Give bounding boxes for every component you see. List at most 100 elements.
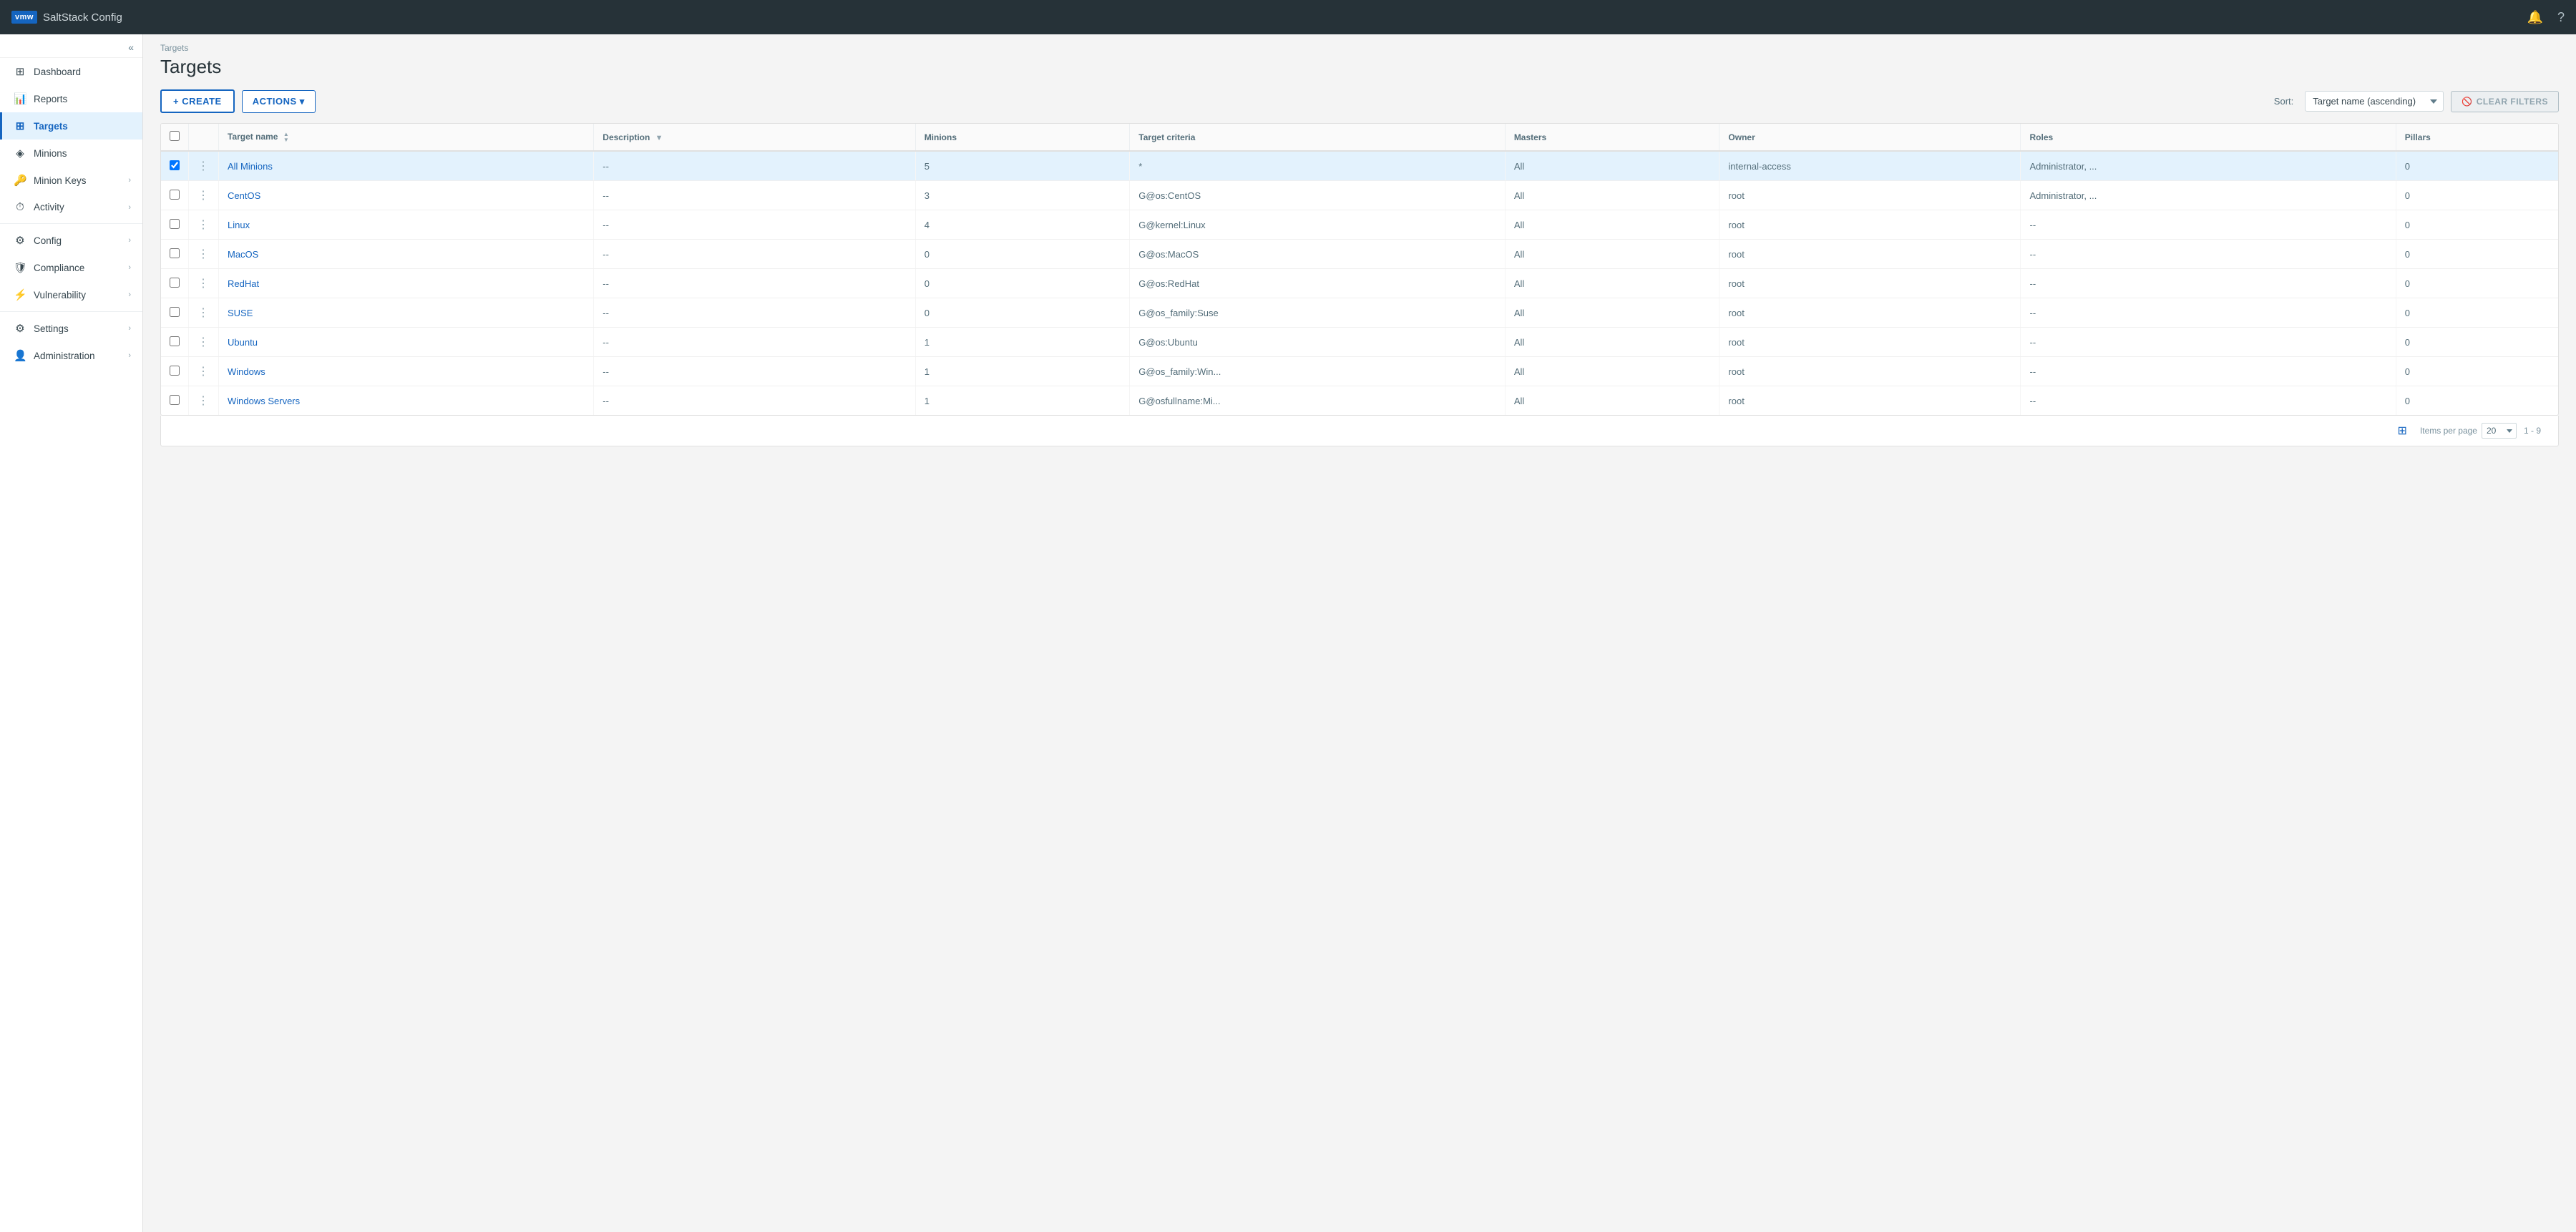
row-checkbox-1[interactable] (170, 190, 180, 200)
row-name-cell-2: Linux (219, 210, 594, 240)
row-menu-button-8[interactable]: ⋮ (197, 395, 210, 407)
sidebar-item-dashboard[interactable]: ⊞ Dashboard (0, 58, 142, 85)
row-checkbox-cell-7 (161, 357, 189, 386)
collapse-sidebar-button[interactable]: « (128, 41, 134, 53)
select-all-checkbox[interactable] (170, 131, 180, 141)
row-actions-cell-4: ⋮ (189, 269, 219, 298)
row-checkbox-3[interactable] (170, 248, 180, 258)
sidebar-item-minions[interactable]: ◈ Minions (0, 140, 142, 167)
row-checkbox-cell-8 (161, 386, 189, 416)
row-masters-cell-2: All (1505, 210, 1719, 240)
target-link-5[interactable]: SUSE (228, 308, 253, 318)
target-link-6[interactable]: Ubuntu (228, 337, 258, 348)
sidebar-item-activity[interactable]: ⏱ Activity › (0, 194, 142, 220)
row-checkbox-7[interactable] (170, 366, 180, 376)
config-chevron-icon: › (128, 236, 131, 245)
notification-icon[interactable]: 🔔 (2527, 10, 2543, 25)
row-actions-cell-6: ⋮ (189, 328, 219, 357)
create-button[interactable]: + CREATE (160, 89, 235, 113)
target-link-7[interactable]: Windows (228, 366, 265, 377)
target-link-1[interactable]: CentOS (228, 190, 260, 201)
sidebar-item-settings[interactable]: ⚙ Settings › (0, 315, 142, 342)
name-sort-icons[interactable]: ▲ ▼ (283, 132, 289, 143)
row-owner-cell-5: root (1719, 298, 2021, 328)
sidebar-item-minion-keys[interactable]: 🔑 Minion Keys › (0, 167, 142, 194)
row-owner-cell-7: root (1719, 357, 2021, 386)
row-criteria-cell-0: * (1130, 151, 1506, 181)
row-checkbox-0[interactable] (170, 160, 180, 170)
row-menu-button-2[interactable]: ⋮ (197, 219, 210, 231)
header-name-col: Target name ▲ ▼ (219, 124, 594, 151)
row-name-cell-8: Windows Servers (219, 386, 594, 416)
table-row: ⋮ Windows -- 1 G@os_family:Win... All ro… (161, 357, 2558, 386)
row-checkbox-6[interactable] (170, 336, 180, 346)
table-row: ⋮ CentOS -- 3 G@os:CentOS All root Admin… (161, 181, 2558, 210)
row-owner-cell-3: root (1719, 240, 2021, 269)
table-row: ⋮ RedHat -- 0 G@os:RedHat All root -- 0 (161, 269, 2558, 298)
sidebar-collapse-area: « (0, 34, 142, 58)
row-masters-cell-4: All (1505, 269, 1719, 298)
sort-down-icon: ▼ (283, 137, 289, 143)
sort-select[interactable]: Target name (ascending) Target name (des… (2305, 91, 2444, 112)
sidebar-item-vulnerability[interactable]: ⚡ Vulnerability › (0, 281, 142, 308)
target-link-8[interactable]: Windows Servers (228, 396, 300, 406)
minion-keys-icon: 🔑 (14, 174, 26, 187)
row-menu-button-5[interactable]: ⋮ (197, 307, 210, 319)
target-link-3[interactable]: MacOS (228, 249, 258, 260)
help-icon[interactable]: ? (2557, 10, 2565, 25)
target-link-4[interactable]: RedHat (228, 278, 259, 289)
target-link-0[interactable]: All Minions (228, 161, 273, 172)
sidebar-item-label-minion-keys: Minion Keys (34, 175, 87, 186)
row-menu-button-3[interactable]: ⋮ (197, 248, 210, 260)
topnav-left: vmw SaltStack Config (11, 11, 122, 24)
compliance-chevron-icon: › (128, 263, 131, 272)
row-actions-cell-5: ⋮ (189, 298, 219, 328)
sidebar-item-compliance[interactable]: 🛡 Compliance › (0, 254, 142, 281)
description-filter-icon[interactable]: ▼ (655, 134, 663, 142)
clear-filters-button[interactable]: 🚫 CLEAR FILTERS (2451, 91, 2559, 112)
actions-button[interactable]: ACTIONS ▾ (242, 90, 316, 113)
row-roles-cell-3: -- (2021, 240, 2396, 269)
table-row: ⋮ MacOS -- 0 G@os:MacOS All root -- 0 (161, 240, 2558, 269)
row-roles-cell-1: Administrator, ... (2021, 181, 2396, 210)
top-navigation: vmw SaltStack Config 🔔 ? (0, 0, 2576, 34)
row-minions-cell-5: 0 (915, 298, 1130, 328)
row-checkbox-cell-1 (161, 181, 189, 210)
row-owner-cell-2: root (1719, 210, 2021, 240)
sidebar-item-reports[interactable]: 📊 Reports (0, 85, 142, 112)
table-row: ⋮ Windows Servers -- 1 G@osfullname:Mi..… (161, 386, 2558, 416)
row-pillars-cell-0: 0 (2396, 151, 2558, 181)
row-menu-button-6[interactable]: ⋮ (197, 336, 210, 348)
sidebar-item-targets[interactable]: ⊞ Targets (0, 112, 142, 140)
row-checkbox-8[interactable] (170, 395, 180, 405)
table-row: ⋮ All Minions -- 5 * All internal-access… (161, 151, 2558, 181)
row-checkbox-5[interactable] (170, 307, 180, 317)
per-page-select[interactable]: 10 20 50 100 (2482, 423, 2517, 439)
row-criteria-cell-6: G@os:Ubuntu (1130, 328, 1506, 357)
sidebar-item-config[interactable]: ⚙ Config › (0, 227, 142, 254)
sidebar-item-label-activity: Activity (34, 202, 64, 212)
vulnerability-icon: ⚡ (14, 288, 26, 301)
compliance-icon: 🛡 (14, 261, 26, 274)
row-menu-button-0[interactable]: ⋮ (197, 160, 210, 172)
row-menu-button-4[interactable]: ⋮ (197, 278, 210, 290)
columns-toggle-button[interactable]: ⊞ (2398, 424, 2407, 438)
row-roles-cell-8: -- (2021, 386, 2396, 416)
row-menu-button-1[interactable]: ⋮ (197, 190, 210, 202)
sidebar-item-administration[interactable]: 👤 Administration › (0, 342, 142, 369)
page-title: Targets (143, 53, 2576, 89)
vmw-logo: vmw (11, 11, 37, 24)
row-checkbox-cell-4 (161, 269, 189, 298)
row-minions-cell-2: 4 (915, 210, 1130, 240)
sidebar-item-label-settings: Settings (34, 323, 69, 334)
row-criteria-cell-3: G@os:MacOS (1130, 240, 1506, 269)
row-menu-button-7[interactable]: ⋮ (197, 366, 210, 378)
row-checkbox-4[interactable] (170, 278, 180, 288)
clear-filters-label: CLEAR FILTERS (2477, 97, 2548, 107)
header-description-col: Description ▼ (594, 124, 915, 151)
row-checkbox-2[interactable] (170, 219, 180, 229)
row-roles-cell-4: -- (2021, 269, 2396, 298)
config-icon: ⚙ (14, 234, 26, 247)
target-link-2[interactable]: Linux (228, 220, 250, 230)
row-criteria-cell-5: G@os_family:Suse (1130, 298, 1506, 328)
